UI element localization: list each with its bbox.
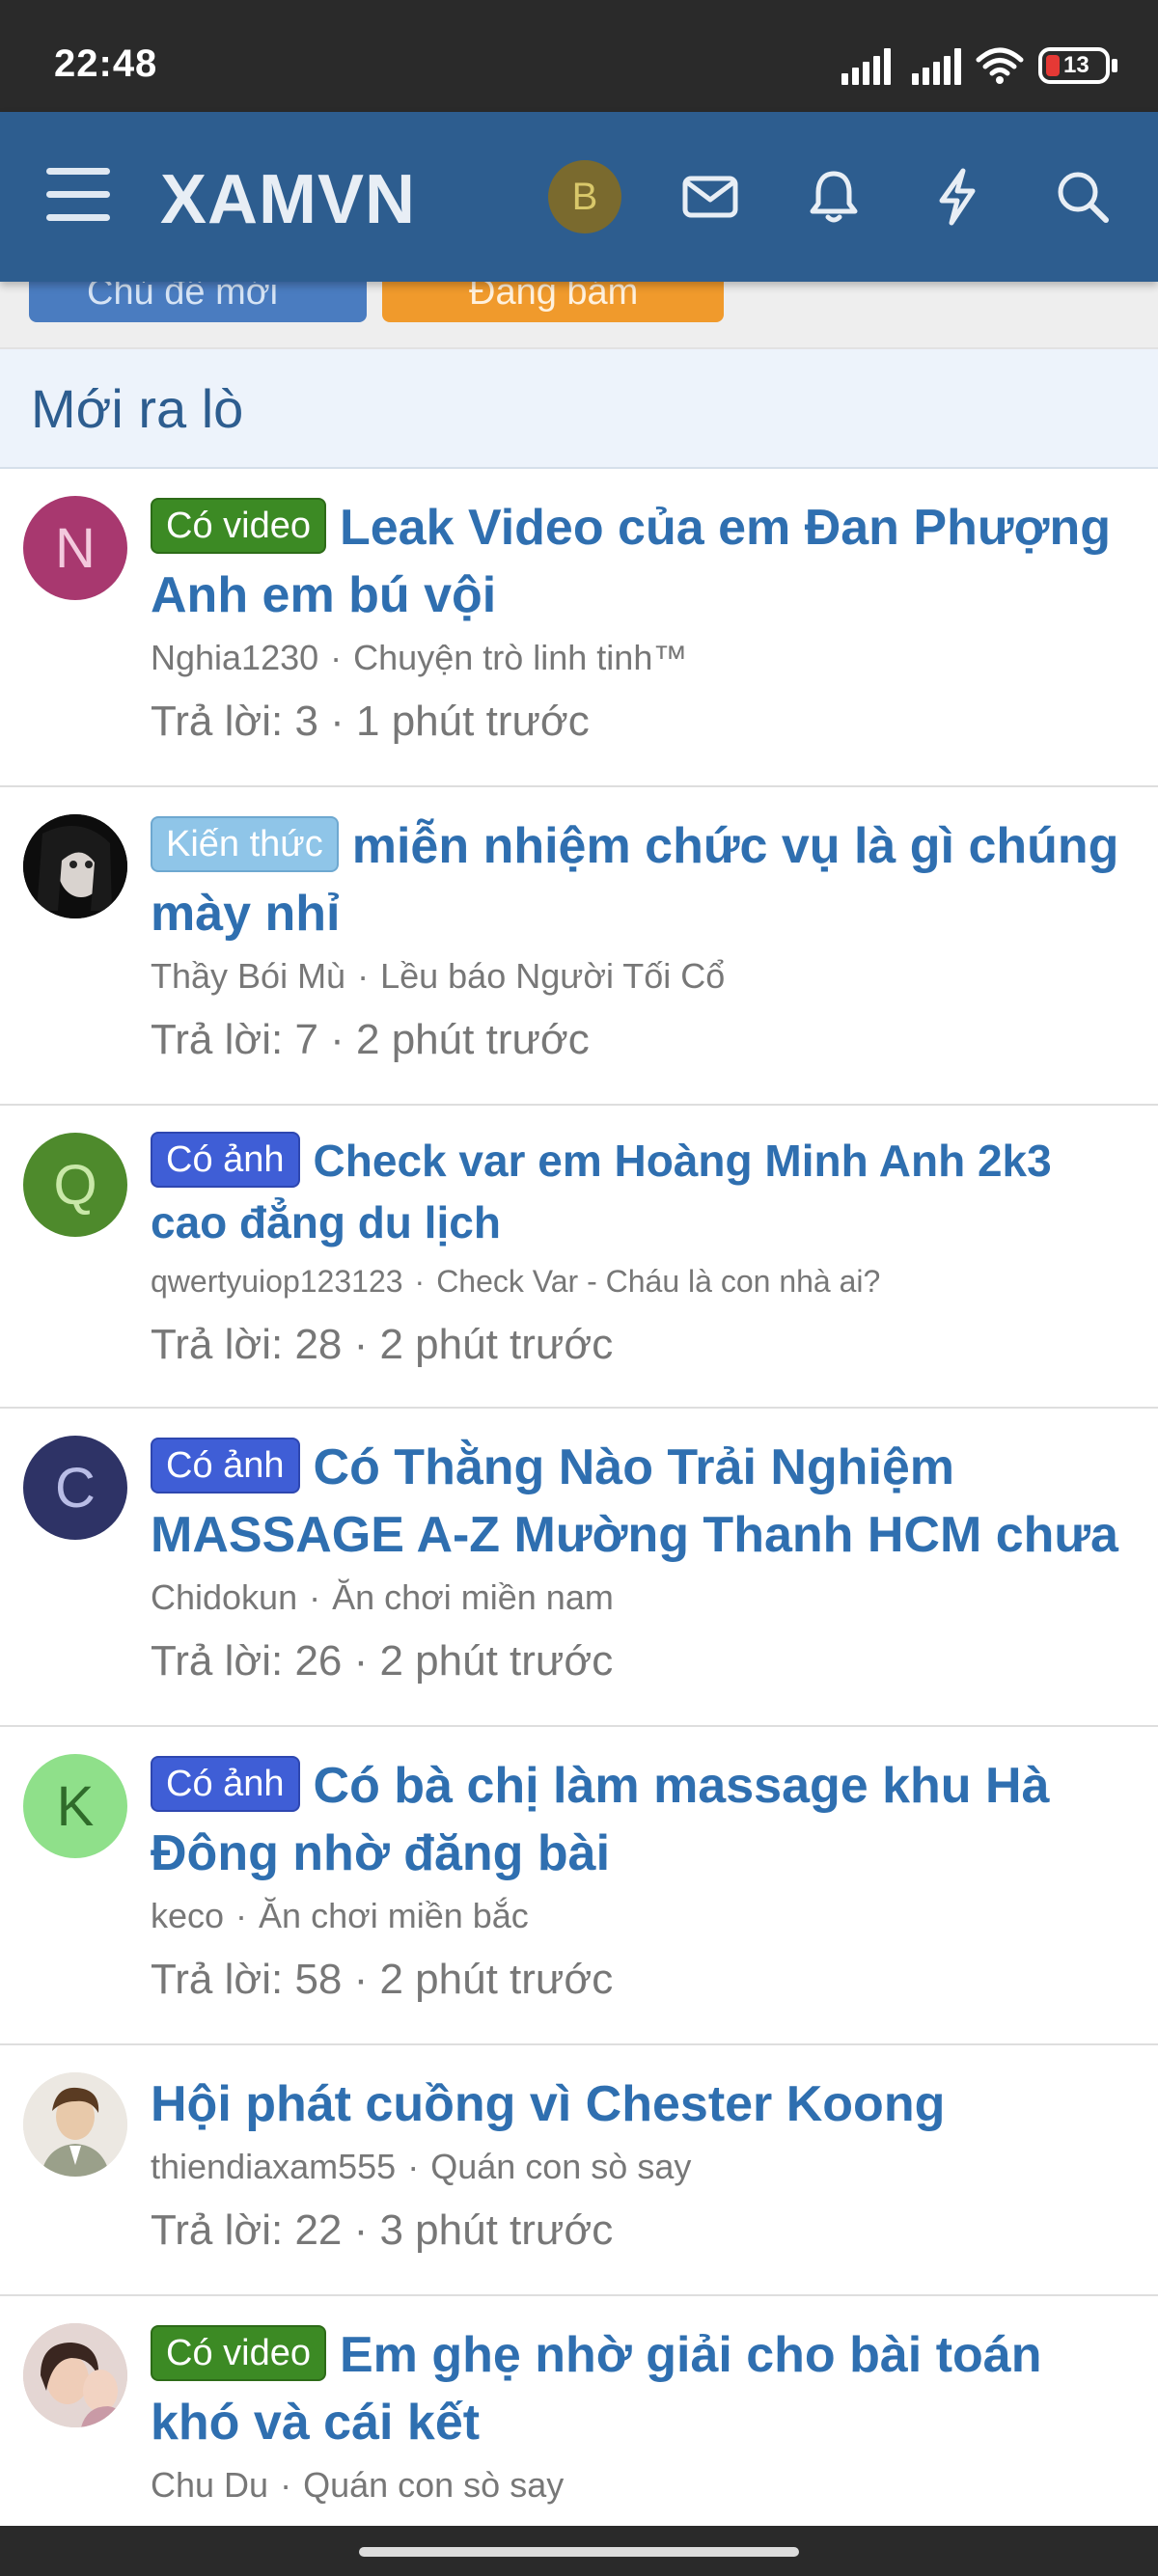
- author[interactable]: qwertyuiop123123: [151, 1264, 403, 1299]
- thread-title[interactable]: Có video Em ghẹ nhờ giải cho bài toán khó…: [151, 2321, 1139, 2456]
- prefix-tag[interactable]: Có ảnh: [151, 1756, 300, 1813]
- thread-stats: Trả lời: 3 · 1 phút trước: [151, 698, 590, 745]
- thread-item[interactable]: Q Có ảnh Check var em Hoàng Minh Anh 2k3 …: [0, 1106, 1158, 1409]
- thread-title[interactable]: Có ảnh Có Thằng Nào Trải Nghiệm MASSAGE A…: [151, 1434, 1148, 1569]
- thread-title-text[interactable]: Hội phát cuồng vì Chester Koong: [151, 2076, 945, 2132]
- thread-stats: Trả lời: 26 · 2 phút trước: [151, 1637, 614, 1685]
- cell-signal-2-icon: [912, 46, 961, 85]
- thread-list: N Có video Leak Video của em Đan Phượng A…: [0, 469, 1158, 2547]
- status-icons: 13: [841, 42, 1117, 89]
- site-logo[interactable]: XAMVN: [160, 160, 416, 239]
- avatar[interactable]: Q: [23, 1133, 127, 1237]
- thread-title[interactable]: Có ảnh Check var em Hoàng Minh Anh 2k3 ca…: [151, 1131, 1139, 1252]
- avatar[interactable]: N: [23, 496, 127, 600]
- menu-icon[interactable]: [46, 168, 110, 224]
- cell-signal-icon: [841, 46, 891, 85]
- thread-item[interactable]: N Có video Leak Video của em Đan Phượng A…: [0, 469, 1158, 787]
- prefix-tag[interactable]: Có video: [151, 2325, 326, 2382]
- section-header: Mới ra lò: [0, 349, 1158, 469]
- author[interactable]: Nghia1230: [151, 638, 318, 677]
- system-nav-bar: [0, 2526, 1158, 2576]
- thread-stats: Trả lời: 58 · 2 phút trước: [151, 1956, 614, 2003]
- avatar[interactable]: C: [23, 1436, 127, 1540]
- author[interactable]: Chu Du: [151, 2465, 268, 2505]
- search-icon[interactable]: [1046, 160, 1119, 233]
- thread-stats: Trả lời: 7 · 2 phút trước: [151, 1016, 590, 1063]
- thread-title[interactable]: Kiến thức miễn nhiệm chức vụ là gì chúng …: [151, 812, 1139, 947]
- forum-name[interactable]: Ăn chơi miền bắc: [259, 1896, 529, 1935]
- inbox-icon[interactable]: [674, 160, 747, 233]
- avatar[interactable]: [23, 2072, 127, 2177]
- thread-item[interactable]: Kiến thức miễn nhiệm chức vụ là gì chúng …: [0, 787, 1158, 1106]
- forum-name[interactable]: Ăn chơi miền nam: [332, 1577, 614, 1617]
- status-bar: 22:48 13: [0, 0, 1158, 112]
- author[interactable]: thiendiaxam555: [151, 2147, 396, 2186]
- thread-title[interactable]: Có video Leak Video của em Đan Phượng Anh…: [151, 494, 1139, 629]
- thread-item[interactable]: Hội phát cuồng vì Chester Koong thiendia…: [0, 2045, 1158, 2296]
- thread-title[interactable]: Hội phát cuồng vì Chester Koong: [151, 2070, 1139, 2138]
- thread-stats: Trả lời: 22 · 3 phút trước: [151, 2206, 614, 2254]
- author[interactable]: Chidokun: [151, 1577, 297, 1617]
- thread-item[interactable]: K Có ảnh Có bà chị làm massage khu Hà Đôn…: [0, 1727, 1158, 2045]
- prefix-tag[interactable]: Có ảnh: [151, 1438, 300, 1494]
- forum-name[interactable]: Chuyện trò linh tinh™: [353, 638, 687, 677]
- author[interactable]: keco: [151, 1896, 224, 1935]
- thread-item[interactable]: C Có ảnh Có Thằng Nào Trải Nghiệm MASSAGE…: [0, 1409, 1158, 1727]
- avatar[interactable]: K: [23, 1754, 127, 1858]
- thread-stats: Trả lời: 28 · 2 phút trước: [151, 1320, 614, 1368]
- thread-meta: Chu Du · Quán con sò say: [151, 2465, 565, 2505]
- user-avatar[interactable]: B: [548, 160, 621, 233]
- forum-name[interactable]: Quán con sò say: [303, 2465, 564, 2505]
- home-gesture-bar[interactable]: [359, 2547, 799, 2557]
- thread-meta: Chidokun · Ăn chơi miền nam: [151, 1577, 614, 1617]
- bell-icon[interactable]: [797, 160, 870, 233]
- thread-meta: Thầy Bói Mù · Lều báo Người Tối Cổ: [151, 956, 726, 996]
- forum-name[interactable]: Check Var - Cháu là con nhà ai?: [436, 1264, 880, 1299]
- wifi-icon: [976, 47, 1024, 84]
- thread-title[interactable]: Có ảnh Có bà chị làm massage khu Hà Đông …: [151, 1752, 1139, 1887]
- thread-meta: keco · Ăn chơi miền bắc: [151, 1896, 529, 1935]
- thread-meta: qwertyuiop123123 · Check Var - Cháu là con…: [151, 1263, 881, 1299]
- avatar[interactable]: [23, 2323, 127, 2427]
- lightning-icon[interactable]: [921, 160, 994, 233]
- clock: 22:48: [54, 42, 158, 85]
- forum-name[interactable]: Quán con sò say: [430, 2147, 691, 2186]
- battery-level: 13: [1063, 52, 1089, 78]
- thread-meta: thiendiaxam555 · Quán con sò say: [151, 2147, 692, 2186]
- author[interactable]: Thầy Bói Mù: [151, 956, 345, 996]
- action-bar: Chủ đề mới Đang bám: [0, 262, 1158, 349]
- battery-icon: 13: [1038, 47, 1117, 84]
- thread-meta: Nghia1230 · Chuyện trò linh tinh™: [151, 638, 688, 677]
- prefix-tag[interactable]: Có video: [151, 498, 326, 555]
- prefix-tag[interactable]: Có ảnh: [151, 1131, 300, 1188]
- prefix-tag[interactable]: Kiến thức: [151, 816, 339, 873]
- thread-item[interactable]: Có video Em ghẹ nhờ giải cho bài toán khó…: [0, 2296, 1158, 2547]
- app-header: XAMVN B: [0, 112, 1158, 282]
- avatar[interactable]: [23, 814, 127, 918]
- forum-name[interactable]: Lều báo Người Tối Cổ: [380, 956, 725, 996]
- section-title: Mới ra lò: [31, 377, 244, 439]
